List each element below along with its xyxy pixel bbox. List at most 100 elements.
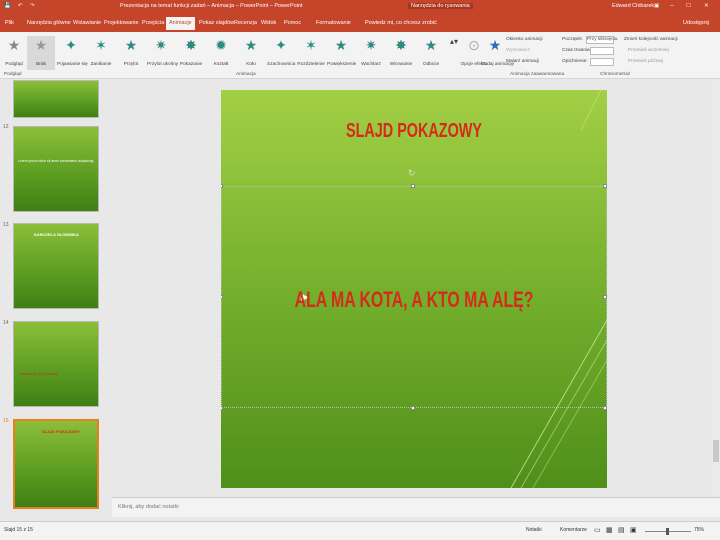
star-icon: ✶	[305, 37, 317, 53]
share-button[interactable]: Udostępnij	[680, 17, 712, 30]
slide-thumbnail[interactable]: Lorem ipsum dolor sit amet consectetur a…	[13, 126, 99, 212]
star-icon: ★	[244, 37, 258, 53]
slide-number: 14	[3, 320, 9, 326]
undo-icon[interactable]: ↶	[18, 3, 23, 9]
start-label: Początek:	[562, 37, 584, 42]
effect-split[interactable]: ✸ Pokazanie	[177, 36, 205, 70]
reading-view-icon[interactable]: ▤	[618, 526, 625, 534]
duration-label: Czas trwania:	[562, 48, 592, 53]
group-timing-label: Chronometraż	[600, 72, 631, 77]
delay-label: Opóźnienie:	[562, 59, 588, 64]
sorter-view-icon[interactable]: ▦	[606, 526, 613, 534]
slide-number: 15	[3, 418, 9, 424]
delay-input[interactable]	[590, 58, 614, 66]
group-preview-label: Podgląd	[4, 72, 22, 77]
save-icon[interactable]: 💾	[4, 3, 11, 9]
move-earlier-button[interactable]: Przenieś wcześniej	[628, 48, 669, 53]
scrollbar-thumb[interactable]	[713, 440, 719, 462]
gallery-more-icon[interactable]: ▴▾	[450, 37, 458, 46]
effect-wheel[interactable]: ★ Koło	[237, 36, 265, 70]
zoom-slider-thumb[interactable]	[666, 528, 669, 535]
animation-pane-button[interactable]: Okienko animacji	[506, 37, 543, 42]
group-animation-label: Animacja	[236, 72, 256, 77]
star-icon: ✶	[95, 37, 107, 53]
star-icon: ★	[334, 37, 348, 53]
user-name[interactable]: Edward Chibarek	[612, 3, 654, 9]
thumbnail-text: SLAJD POKAZOWY	[42, 429, 80, 434]
slideshow-view-icon[interactable]: ▣	[630, 526, 637, 534]
add-animation-button[interactable]: ★ Dodaj animację	[481, 36, 514, 70]
tab-animations[interactable]: Animacje	[166, 17, 195, 30]
title-bar: 💾 ↶ ↷ Prezentacja na temat funkcji zadań…	[0, 0, 720, 14]
effect-random[interactable]: ✶ Rozdzielenie	[297, 36, 325, 70]
effect-fan[interactable]: ✷ Wachlarz	[357, 36, 385, 70]
window-title: Prezentacja na temat funkcji zadań – Ani…	[120, 3, 303, 9]
tab-insert[interactable]: Wstawianie	[70, 17, 104, 30]
group-advanced-label: Animacja zaawansowana	[510, 72, 565, 77]
decorative-lines	[510, 90, 607, 488]
slide-counter: Slajd 15 z 15	[4, 527, 33, 533]
effect-float-in[interactable]: ✷ Przylot ukośny	[147, 36, 178, 70]
effect-none[interactable]: ★ Brak	[27, 36, 55, 70]
notes-placeholder[interactable]: Kliknij, aby dodać notatki	[118, 504, 179, 510]
normal-view-icon[interactable]: ▭	[594, 526, 601, 534]
slide-thumbnail[interactable]: KARUZELA SŁOWNIKA	[13, 223, 99, 309]
effect-zoom[interactable]: ★ Powiększenie	[327, 36, 356, 70]
star-icon: ✹	[215, 37, 227, 53]
tab-format[interactable]: Formatowanie	[313, 17, 354, 30]
slide-thumbnail[interactable]: Informacje o prezentacji	[13, 321, 99, 407]
effect-swivel[interactable]: ✸ Wirowanie	[387, 36, 415, 70]
thumbnail-text: Informacje o prezentacji	[20, 372, 59, 376]
ribbon-tabs: Plik Narzędzia główne Wstawianie Projekt…	[0, 14, 720, 32]
tab-view[interactable]: Widok	[258, 17, 279, 30]
tab-help[interactable]: Pomoc	[281, 17, 304, 30]
tab-file[interactable]: Plik	[2, 17, 17, 30]
slide-number: 12	[3, 124, 9, 130]
slide-thumbnail-pane: 12 Lorem ipsum dolor sit amet consectetu…	[0, 80, 112, 524]
effect-fade[interactable]: ✶ Zanikanie	[87, 36, 115, 70]
redo-icon[interactable]: ↷	[30, 3, 35, 9]
notes-pane[interactable]: Kliknij, aby dodać notatki	[112, 497, 720, 517]
notes-button[interactable]: Notatki	[526, 527, 542, 533]
slide-thumbnail-selected[interactable]: SLAJD POKAZOWY	[13, 419, 99, 509]
slide-number: 13	[3, 222, 9, 228]
star-icon: ✷	[155, 37, 167, 53]
tab-transitions[interactable]: Przejścia	[139, 17, 167, 30]
tab-home[interactable]: Narzędzia główne	[24, 17, 74, 30]
tell-me-search[interactable]: Powiedz mi, co chcesz zrobić	[362, 17, 440, 30]
minimize-icon[interactable]: ─	[670, 3, 674, 9]
context-tab-label: Narzędzia do rysowania	[408, 3, 473, 9]
slide-canvas[interactable]: SLAJD POKAZOWY ↻ ▶ ALA MA KOTA, A KTO MA…	[221, 90, 607, 488]
star-icon: ★	[34, 37, 48, 53]
preview-icon: ★	[7, 37, 21, 53]
slide-thumbnail[interactable]	[13, 80, 99, 118]
ribbon-options-icon[interactable]: ▣	[654, 3, 659, 9]
add-animation-icon: ★	[488, 37, 502, 53]
effect-shape[interactable]: ✹ Kształt	[207, 36, 235, 70]
effect-bounce[interactable]: ★ Odbicie	[417, 36, 445, 70]
status-bar: Slajd 15 z 15 Notatki Komentarze ▭ ▦ ▤ ▣…	[0, 521, 720, 540]
effect-checkerboard[interactable]: ✦ Szachownica	[267, 36, 295, 70]
effect-fly-in[interactable]: ★ Przylot	[117, 36, 145, 70]
vertical-scrollbar[interactable]	[712, 80, 720, 496]
star-icon: ★	[124, 37, 138, 53]
preview-button[interactable]: ★ Podgląd	[0, 36, 28, 70]
trigger-button[interactable]: Wyzwalacz	[506, 48, 530, 53]
duration-input[interactable]	[590, 47, 614, 55]
animation-painter-button[interactable]: Malarz animacji	[506, 59, 539, 64]
star-icon: ✸	[395, 37, 407, 53]
move-later-button[interactable]: Przenieś później	[628, 59, 663, 64]
star-icon: ✸	[185, 37, 197, 53]
star-icon: ✦	[275, 37, 287, 53]
effect-appear[interactable]: ✦ Pojawianie się	[57, 36, 88, 70]
tab-design[interactable]: Projektowanie	[101, 17, 142, 30]
maximize-icon[interactable]: ☐	[686, 3, 691, 9]
ribbon: ★ Podgląd ★ Brak ✦ Pojawianie się ✶ Zanikan…	[0, 32, 720, 79]
zoom-level[interactable]: 75%	[694, 527, 704, 533]
star-icon: ✦	[65, 37, 77, 53]
close-icon[interactable]: ✕	[704, 3, 709, 9]
comments-button[interactable]: Komentarze	[560, 527, 587, 533]
tab-review[interactable]: Recenzja	[231, 17, 260, 30]
star-icon: ✷	[365, 37, 377, 53]
start-select[interactable]: Przy kliknięciu	[586, 36, 617, 44]
